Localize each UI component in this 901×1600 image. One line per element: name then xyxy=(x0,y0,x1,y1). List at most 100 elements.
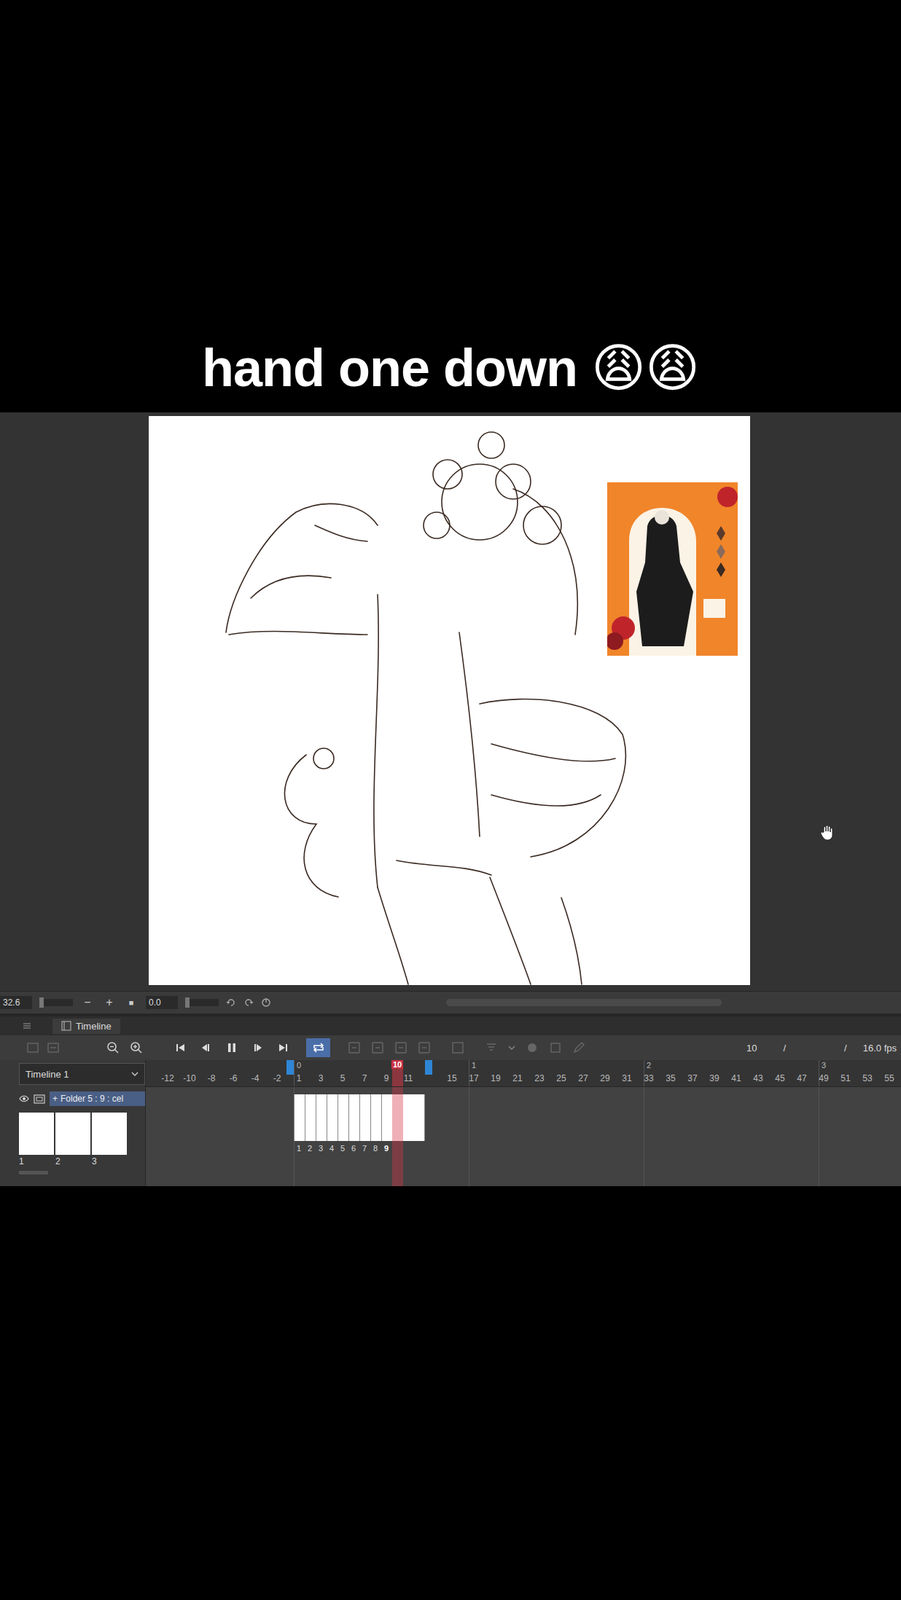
frame-number: -12 xyxy=(161,1073,174,1084)
frame-number: -2 xyxy=(273,1073,282,1084)
frame-ruler[interactable]: 0123-12-10-8-6-4-21357911151719212325272… xyxy=(145,1060,901,1088)
frame-number: 49 xyxy=(818,1073,829,1084)
frame-number: 11 xyxy=(403,1073,413,1084)
disabled-tool-icon xyxy=(548,1041,563,1055)
frame-number: 45 xyxy=(774,1073,785,1084)
frame-info: 10//16.0 fps xyxy=(712,1043,901,1055)
previous-frame-icon[interactable] xyxy=(200,1042,213,1055)
reset-rotation-icon[interactable] xyxy=(260,997,272,1009)
second-label: 3 xyxy=(821,1061,826,1071)
cel-frame[interactable]: 8 xyxy=(370,1094,382,1154)
hand-cursor-icon xyxy=(820,825,835,842)
timeline-tab[interactable]: Timeline xyxy=(52,1019,121,1035)
frame-number: 37 xyxy=(687,1073,697,1084)
frame-number: 51 xyxy=(840,1073,850,1084)
loop-icon xyxy=(311,1042,326,1055)
reference-image[interactable] xyxy=(607,482,738,657)
frame-number: 7 xyxy=(362,1073,368,1084)
layer-row[interactable]: +Folder 5 : 9 : cel xyxy=(18,1088,146,1111)
disabled-tool-icon xyxy=(347,1041,361,1055)
timeline-body: Timeline 1+Folder 5 : 9 : cel1230123-12-… xyxy=(0,1060,901,1187)
cel-thumbnail[interactable]: 2 xyxy=(55,1113,91,1168)
timeline-icon xyxy=(61,1021,72,1032)
expand-toggle[interactable]: + xyxy=(52,1094,58,1105)
range-end-marker[interactable] xyxy=(424,1060,433,1076)
frame-number: 35 xyxy=(665,1073,676,1084)
layer-name[interactable]: +Folder 5 : 9 : cel xyxy=(49,1091,146,1107)
frame-number: 43 xyxy=(753,1073,763,1084)
cel-block[interactable]: 123456789 xyxy=(293,1094,425,1154)
cel-frame[interactable]: 5 xyxy=(337,1094,349,1154)
cel-frame[interactable]: 4 xyxy=(326,1094,338,1154)
folder-icon xyxy=(33,1094,46,1105)
timeline-selector[interactable]: Timeline 1 xyxy=(18,1063,146,1086)
cel-thumbnail[interactable]: 3 xyxy=(91,1113,127,1168)
cel-frame[interactable]: 9 xyxy=(381,1094,393,1154)
letterbox-bottom xyxy=(0,1186,901,1600)
rotation-slider[interactable] xyxy=(185,999,219,1007)
panel-menu-icon[interactable] xyxy=(23,1022,31,1031)
cel-thumbnails: 123 xyxy=(18,1113,146,1168)
cel-frame[interactable]: 6 xyxy=(348,1094,360,1154)
end-frame-separator: / xyxy=(844,1043,848,1055)
rotation-field[interactable]: 0.0 xyxy=(145,996,178,1010)
eye-icon[interactable] xyxy=(18,1095,30,1103)
cel-frame[interactable]: 2 xyxy=(304,1094,316,1154)
frame-separator: / xyxy=(782,1043,786,1055)
disabled-tool-icon xyxy=(484,1041,498,1055)
edit-timeline-icon xyxy=(46,1041,60,1055)
caption: hand one down 😩😩 xyxy=(0,323,901,413)
first-frame-icon[interactable] xyxy=(174,1042,187,1055)
frame-number: 53 xyxy=(862,1073,872,1084)
layer-track: 123456789 xyxy=(145,1087,901,1187)
cel-frame[interactable]: 1 xyxy=(293,1094,305,1154)
frame-area: 0123-12-10-8-6-4-21357911151719212325272… xyxy=(145,1060,901,1187)
zoom-in-button[interactable]: + xyxy=(102,996,117,1010)
frame-number: 19 xyxy=(490,1073,501,1084)
frame-number: 27 xyxy=(578,1073,588,1084)
dropdown-arrow-icon xyxy=(131,1071,139,1078)
frame-number: 21 xyxy=(512,1073,522,1084)
playhead[interactable]: 10 xyxy=(392,1060,404,1087)
thumbnail-scrollbar[interactable] xyxy=(18,1171,49,1176)
cel-frame[interactable]: 3 xyxy=(315,1094,327,1154)
last-frame-icon[interactable] xyxy=(277,1042,289,1055)
frame-number: 9 xyxy=(384,1073,390,1084)
second-label: 0 xyxy=(296,1061,302,1071)
frame-number: 25 xyxy=(556,1073,566,1084)
next-frame-icon[interactable] xyxy=(251,1042,264,1055)
frame-number: 5 xyxy=(340,1073,346,1084)
new-timeline-icon xyxy=(26,1041,40,1055)
frame-number: 39 xyxy=(709,1073,719,1084)
zoom-in-icon[interactable] xyxy=(129,1041,143,1055)
disabled-tool-icon xyxy=(525,1041,539,1055)
second-gridline xyxy=(468,1087,470,1187)
cel-frame[interactable]: 7 xyxy=(359,1094,371,1154)
cel-thumbnail[interactable]: 1 xyxy=(18,1113,54,1168)
pause-icon[interactable] xyxy=(225,1042,238,1055)
loop-button[interactable] xyxy=(306,1038,331,1058)
canvas-status-bar: 32.6 −+ ■ 0.0 xyxy=(0,991,901,1014)
range-start-marker[interactable] xyxy=(286,1060,294,1076)
zoom-field[interactable]: 32.6 xyxy=(0,996,33,1010)
zoom-out-button[interactable]: − xyxy=(80,996,95,1010)
fit-button[interactable]: ■ xyxy=(123,998,139,1008)
frame-number: 1 xyxy=(296,1073,302,1084)
zoom-slider[interactable] xyxy=(39,999,73,1007)
reference-picture xyxy=(607,482,738,657)
rotate-left-icon[interactable] xyxy=(225,997,237,1009)
drawing-canvas[interactable] xyxy=(148,416,751,986)
disabled-tool-icon xyxy=(394,1041,408,1055)
frame-number: -6 xyxy=(229,1073,238,1084)
rotate-right-icon[interactable] xyxy=(243,997,254,1009)
zoom-out-icon[interactable] xyxy=(106,1041,120,1055)
frame-number: 55 xyxy=(884,1073,894,1084)
second-label: 2 xyxy=(646,1061,651,1071)
current-frame-field[interactable]: 10 xyxy=(712,1043,757,1055)
frame-number: 41 xyxy=(731,1073,741,1084)
horizontal-scrollbar[interactable] xyxy=(446,999,722,1007)
dropdown-arrow-icon xyxy=(508,1041,516,1055)
frame-number: 3 xyxy=(318,1073,324,1084)
disabled-tool-icon xyxy=(451,1041,465,1055)
